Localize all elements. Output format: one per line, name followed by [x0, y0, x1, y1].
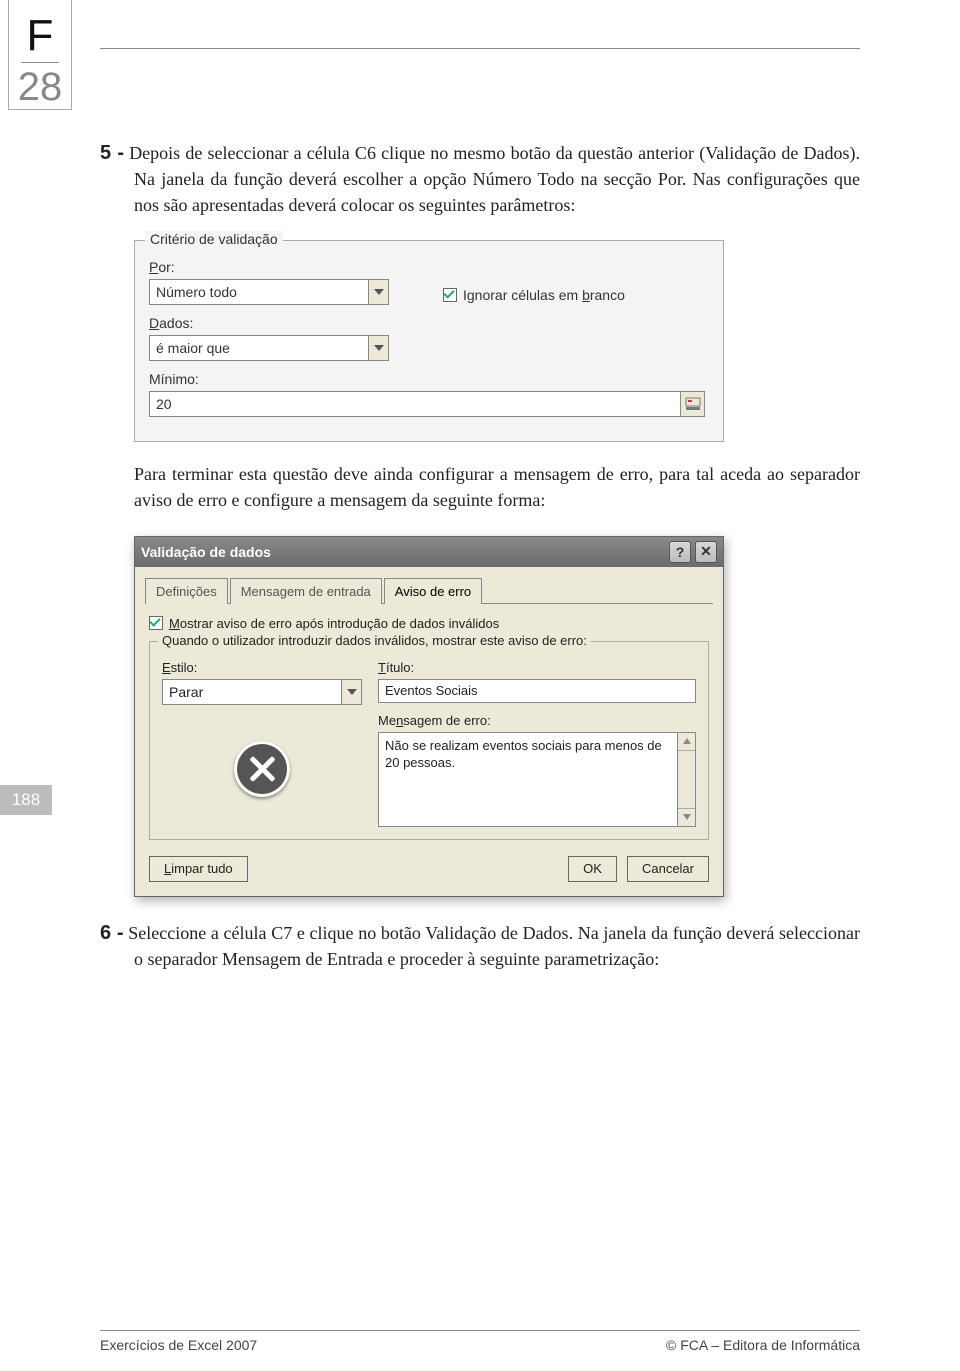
minimo-input[interactable]: 20 — [149, 391, 705, 417]
error-settings-legend: Quando o utilizador introduzir dados inv… — [158, 633, 591, 648]
top-rule — [100, 48, 860, 49]
step-number-6: 6 - — [100, 922, 124, 944]
chevron-down-icon[interactable] — [368, 280, 388, 304]
data-validation-dialog: Validação de dados ? ✕ Definições Mensag… — [134, 536, 724, 897]
limpar-tudo-button[interactable]: Limpar tudo — [149, 856, 248, 882]
range-selector-icon[interactable] — [680, 392, 704, 416]
close-button[interactable]: ✕ — [695, 541, 717, 563]
chapter-letter: F — [21, 14, 60, 63]
footer-right: © FCA – Editora de Informática — [666, 1337, 860, 1353]
dialog-title: Validação de dados — [141, 544, 271, 560]
show-error-checkbox-row[interactable]: Mostrar aviso de erro após introdução de… — [149, 616, 709, 631]
dialog-titlebar[interactable]: Validação de dados ? ✕ — [135, 537, 723, 567]
error-circle-icon — [234, 741, 290, 797]
chapter-number: 28 — [9, 65, 71, 110]
minimo-value: 20 — [150, 396, 680, 412]
tab-definicoes[interactable]: Definições — [145, 578, 228, 604]
mensagem-erro-textarea[interactable]: Não se realizam eventos sociais para men… — [378, 732, 678, 827]
ok-button[interactable]: OK — [568, 856, 617, 882]
validation-criteria-legend: Critério de validação — [145, 231, 283, 247]
ignore-blank-label: Ignorar células em branco — [463, 287, 625, 303]
por-combobox[interactable]: Número todo — [149, 279, 389, 305]
tab-aviso-erro[interactable]: Aviso de erro — [384, 578, 482, 604]
minimo-label: Mínimo: — [149, 371, 709, 387]
help-button[interactable]: ? — [669, 541, 691, 563]
textarea-scrollbar[interactable] — [678, 732, 696, 827]
tab-mensagem-entrada[interactable]: Mensagem de entrada — [230, 578, 382, 604]
paragraph-step-6: 6 - Seleccione a célula C7 e clique no b… — [100, 919, 860, 973]
checkbox-icon[interactable] — [443, 288, 457, 302]
dados-combobox[interactable]: é maior que — [149, 335, 389, 361]
chevron-down-icon[interactable] — [341, 680, 361, 704]
step-5-text: Depois de seleccionar a célula C6 clique… — [129, 143, 860, 215]
titulo-label: Título: — [378, 660, 696, 675]
cancel-button[interactable]: Cancelar — [627, 856, 709, 882]
checkbox-icon[interactable] — [149, 616, 163, 630]
show-error-label: Mostrar aviso de erro após introdução de… — [169, 616, 499, 631]
scroll-down-icon[interactable] — [678, 808, 695, 826]
dados-label: Dados: — [149, 315, 709, 331]
estilo-label: Estilo: — [162, 660, 362, 675]
footer-left: Exercícios de Excel 2007 — [100, 1337, 257, 1353]
chevron-down-icon[interactable] — [368, 336, 388, 360]
por-value: Número todo — [150, 284, 368, 300]
step-6-text: Seleccione a célula C7 e clique no botão… — [128, 923, 860, 969]
ignore-blank-checkbox-row[interactable]: Ignorar células em branco — [443, 287, 625, 303]
estilo-combobox[interactable]: Parar — [162, 679, 362, 705]
por-label: Por: — [149, 259, 709, 275]
dialog-tab-strip: Definições Mensagem de entrada Aviso de … — [145, 577, 713, 604]
chapter-tab: F 28 — [8, 0, 72, 110]
paragraph-step-5: 5 - Depois de seleccionar a célula C6 cl… — [100, 139, 860, 218]
dados-value: é maior que — [150, 340, 368, 356]
page-footer: Exercícios de Excel 2007 © FCA – Editora… — [100, 1330, 860, 1353]
estilo-value: Parar — [163, 684, 341, 700]
titulo-input[interactable]: Eventos Sociais — [378, 679, 696, 703]
error-style-icon-preview — [162, 741, 362, 797]
validation-criteria-fieldset: Critério de validação Por: Número todo I… — [134, 240, 724, 442]
error-settings-fieldset: Quando o utilizador introduzir dados inv… — [149, 641, 709, 840]
scroll-up-icon[interactable] — [678, 733, 695, 751]
mensagem-erro-label: Mensagem de erro: — [378, 713, 696, 728]
page-side-badge: 188 — [0, 785, 52, 815]
step-number-5: 5 - — [100, 142, 124, 164]
titulo-value: Eventos Sociais — [385, 683, 478, 698]
paragraph-between: Para terminar esta questão deve ainda co… — [100, 462, 860, 513]
